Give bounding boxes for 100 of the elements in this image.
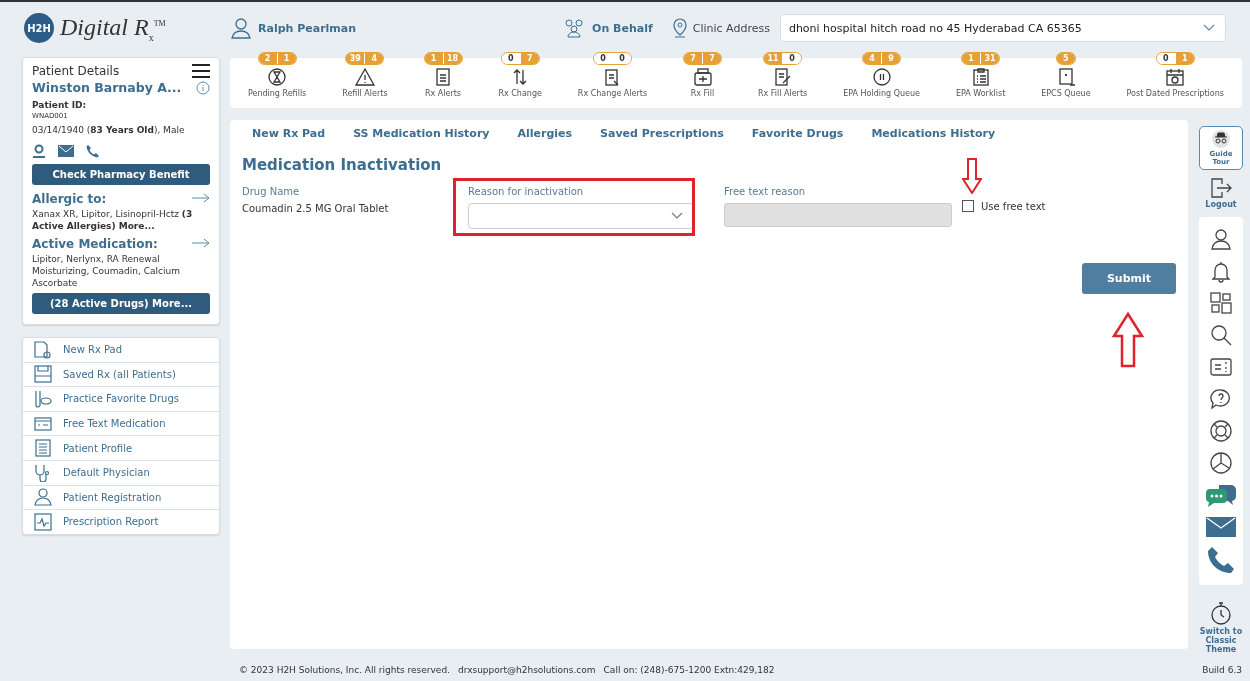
logout-icon [1210,178,1232,198]
count-badge: 0 [593,53,612,64]
document-icon [434,67,452,87]
arrow-up-annotation [1112,312,1144,368]
sidebar-item[interactable]: Default Physician [23,460,219,486]
lifebuoy-icon[interactable] [1209,419,1233,443]
queue-button[interactable]: 0 0 Rx Change Alerts [577,52,648,108]
arrow-down-annotation [962,158,982,194]
switch-theme-button[interactable]: Switch to Classic Theme [1198,601,1244,654]
patient-info: 03/14/1940 (83 Years Old), Male [32,125,186,135]
card-title: Patient Details [32,64,120,78]
check-pharmacy-benefit-button[interactable]: Check Pharmacy Benefit [32,164,210,185]
sidebar-item[interactable]: Saved Rx (all Patients) [23,362,219,388]
phone-icon[interactable] [86,144,100,158]
chevron-down-icon [671,212,683,220]
count-badge: 4 [364,53,384,64]
count-badge: 7 [702,53,721,64]
count-badge: 7 [519,53,539,64]
id-card-icon [33,414,53,433]
tab[interactable]: Allergies [517,126,573,144]
queue-button[interactable]: 1 18 Rx Alerts [423,52,463,108]
count-badge: 11 [764,53,783,64]
free-text-label: Free text reason [724,186,807,197]
sidebar-item[interactable]: New Rx Pad [23,338,219,363]
logout-button[interactable]: Logout [1205,178,1237,209]
phone-icon[interactable] [1206,545,1236,575]
tab[interactable]: SS Medication History [353,126,490,144]
pie-chart-icon[interactable] [1209,451,1233,475]
spy-glasses-icon [1210,130,1232,148]
reason-label: Reason for inactivation [468,186,585,197]
count-badge: 1 [962,53,981,64]
queue-button[interactable]: 0 1 Post Dated Prescriptions [1126,52,1224,108]
support-email[interactable]: drxsupport@h2hsolutions.com [457,665,596,675]
tab[interactable]: Saved Prescriptions [600,126,724,144]
count-badge: 0 [1156,53,1175,64]
chevron-down-icon [1203,24,1215,32]
new-document-icon [33,340,53,359]
sidebar-item[interactable]: Free Text Medication [23,411,219,437]
page-title: Medication Inactivation [242,156,443,174]
help-icon[interactable] [1209,387,1233,411]
active-medication-text: Lipitor, Nerlynx, RA Renewal Moisturizing, Coumadin, Calcium Ascorbate [32,253,181,289]
allergies-text: Xanax XR, Lipitor, Lisinopril-Hctz (3 Active Allergies) More... [32,208,194,232]
location-pin-icon [672,18,687,38]
location-icon[interactable] [32,144,46,158]
card-icon[interactable] [1209,355,1233,379]
pause-icon [871,67,892,87]
search-icon[interactable] [1209,323,1233,347]
menu-icon[interactable] [192,64,210,78]
count-badge: 0 [611,53,631,64]
count-badge: 9 [881,53,901,64]
queue-button[interactable]: 11 0 Rx Fill Alerts [757,52,808,108]
calendar-icon [1165,67,1186,87]
stopwatch-icon [1211,601,1231,625]
submit-button[interactable]: Submit [1082,263,1176,294]
grid-icon[interactable] [1209,291,1233,315]
count-badge: 0 [782,53,802,64]
count-badge: 1 [276,53,296,64]
allergies-heading: Allergic to: [32,192,107,206]
clinic-address-dropdown[interactable]: dhoni hospital hitch road no 45 Hyderabad CA 65365 [779,14,1226,42]
on-behalf-link[interactable]: On Behalf [592,21,653,35]
copyright-text: © 2023 H2H Solutions, Inc. All rights reserved. [239,665,450,675]
sidebar-item[interactable]: Practice Favorite Drugs [23,387,219,412]
count-badge: 39 [346,53,365,64]
clinic-address-label: Clinic Address [692,21,770,35]
sidebar-item[interactable]: Patient Profile [23,436,219,461]
count-badge: 5 [1056,53,1075,64]
queue-button[interactable]: 5 EPCS Queue [1041,52,1091,108]
drug-name-label: Drug Name [242,186,301,197]
jar-icon [691,67,714,87]
tab[interactable]: Favorite Drugs [751,126,844,144]
logo-badge: H2H [24,13,54,43]
queue-button[interactable]: 1 31 EPA Worklist [955,52,1006,108]
queue-button[interactable]: 2 1 Pending Refills [247,52,307,108]
sidebar-item[interactable]: Patient Registration [23,485,219,511]
tab[interactable]: New Rx Pad [252,126,326,144]
warning-icon [353,67,376,87]
queue-button[interactable]: 39 4 Refill Alerts [342,52,388,108]
patient-name[interactable]: Winston Barnaby A... [32,80,182,95]
user-name[interactable]: Ralph Pearlman [258,21,357,35]
more-drugs-button[interactable]: (28 Active Drugs) More... [32,293,210,314]
person-icon [33,488,53,507]
queue-button[interactable]: 7 7 Rx Fill [683,52,722,108]
sidebar-item[interactable]: Prescription Report [23,510,219,534]
bell-icon[interactable] [1209,259,1233,283]
chat-icon[interactable] [1205,483,1237,509]
patient-id-label: Patient ID: [32,100,88,110]
count-badge: 2 [258,53,277,64]
mail-icon[interactable] [1206,517,1236,537]
mail-icon[interactable] [58,145,74,157]
hourglass-icon [267,67,288,87]
count-badge: 1 [424,53,443,64]
user-icon[interactable] [1209,227,1233,251]
queue-button[interactable]: 0 7 Rx Change [498,52,542,108]
queue-button[interactable]: 4 9 EPA Holding Queue [843,52,920,108]
active-medication-heading: Active Medication: [32,237,158,251]
edit-document-icon [772,67,793,87]
checkbox[interactable] [962,200,974,212]
drug-name: Coumadin 2.5 MG Oral Tablet [242,203,390,214]
tab[interactable]: Medications History [871,126,996,144]
count-badge: 18 [442,53,462,64]
